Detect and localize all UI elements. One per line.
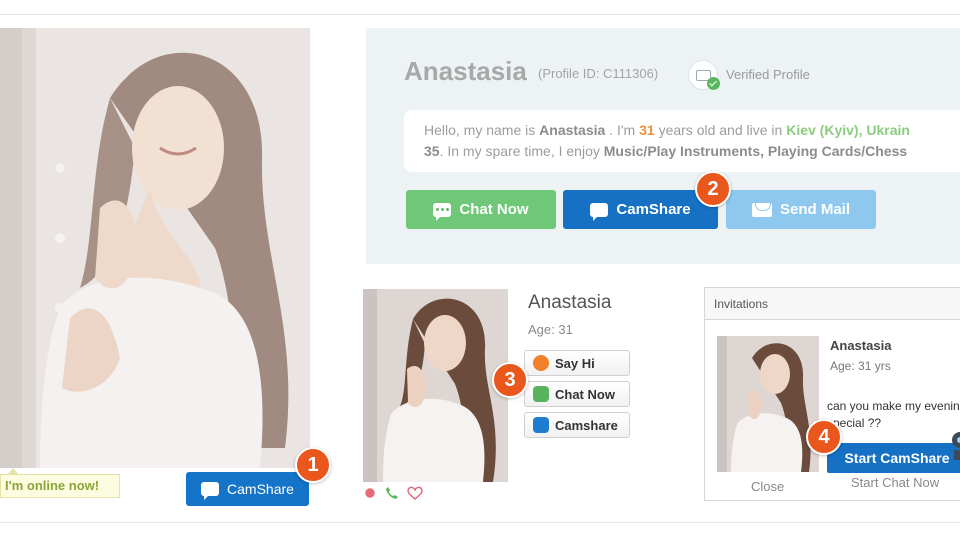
- start-camshare-button[interactable]: Start CamShare: [827, 443, 960, 473]
- bio-box: Hello, my name is Anastasia . I'm 31 yea…: [404, 110, 960, 172]
- chat-bubble-icon: [533, 386, 549, 402]
- heart-icon[interactable]: [407, 486, 423, 500]
- step-badge-3: 3: [492, 362, 528, 398]
- verified-profile-label: Verified Profile: [726, 67, 810, 82]
- camshare-small-label: Camshare: [555, 417, 618, 433]
- verified-id-icon: [688, 60, 720, 90]
- send-mail-label: Send Mail: [779, 201, 850, 218]
- step-badge-2: 2: [695, 171, 731, 207]
- woman-portrait-thumbnail: [363, 289, 508, 482]
- send-mail-button[interactable]: Send Mail: [726, 190, 876, 229]
- small-profile-name: Anastasia: [528, 292, 612, 313]
- step-badge-1: 1: [295, 447, 331, 483]
- phone-icon[interactable]: [385, 486, 399, 500]
- invitation-photo[interactable]: [717, 336, 819, 472]
- say-hi-label: Say Hi: [555, 355, 595, 371]
- woman-portrait-thumbnail: [717, 336, 819, 472]
- online-status-tag: I'm online now!: [0, 468, 120, 498]
- close-invitation-link[interactable]: Close: [751, 479, 784, 494]
- chat-bubble-icon: [433, 202, 452, 221]
- invitations-header: Invitations: [705, 288, 960, 320]
- small-profile-age: Age: 31: [528, 322, 573, 337]
- chat-now-small-button[interactable]: Chat Now: [524, 381, 630, 407]
- invitations-panel: Invitations Anastasia Age: 31 yrs can yo…: [704, 287, 960, 501]
- chat-now-button[interactable]: Chat Now: [406, 190, 556, 229]
- invitation-name: Anastasia: [830, 338, 892, 353]
- gift-icon[interactable]: [363, 486, 377, 500]
- bottom-divider: [0, 522, 960, 523]
- camshare-small-button[interactable]: Camshare: [524, 412, 630, 438]
- camshare-icon: [590, 202, 609, 221]
- camshare-icon: [201, 482, 220, 500]
- camshare-icon: [533, 417, 549, 433]
- profile-id: (Profile ID: C111306): [538, 66, 659, 81]
- start-chat-now-link[interactable]: Start Chat Now: [851, 475, 939, 490]
- small-profile-icons: [363, 486, 423, 500]
- profile-name: Anastasia: [404, 56, 527, 86]
- webcam-icon: [952, 432, 960, 460]
- camshare-button-primary[interactable]: CamShare: [186, 472, 309, 506]
- invitation-age: Age: 31 yrs: [830, 359, 891, 373]
- invitation-message: can you make my evening special ??: [827, 399, 960, 430]
- main-profile-photo[interactable]: [0, 28, 310, 468]
- say-hi-icon: [533, 355, 549, 371]
- envelope-icon: [751, 202, 772, 217]
- chat-now-label: Chat Now: [459, 201, 529, 218]
- small-profile-photo[interactable]: [363, 289, 508, 482]
- camshare-button-profile[interactable]: CamShare: [563, 190, 718, 229]
- woman-portrait-image: [0, 28, 310, 468]
- top-divider: [0, 14, 960, 15]
- step-badge-4: 4: [806, 419, 842, 455]
- camshare-label: CamShare: [616, 201, 691, 218]
- chat-now-small-label: Chat Now: [555, 386, 615, 402]
- bio-line-2: 35. In my spare time, I enjoy Music/Play…: [424, 143, 908, 159]
- say-hi-button[interactable]: Say Hi: [524, 350, 630, 376]
- camshare-label: CamShare: [227, 481, 294, 497]
- bio-line-1: Hello, my name is Anastasia . I'm 31 yea…: [424, 122, 910, 138]
